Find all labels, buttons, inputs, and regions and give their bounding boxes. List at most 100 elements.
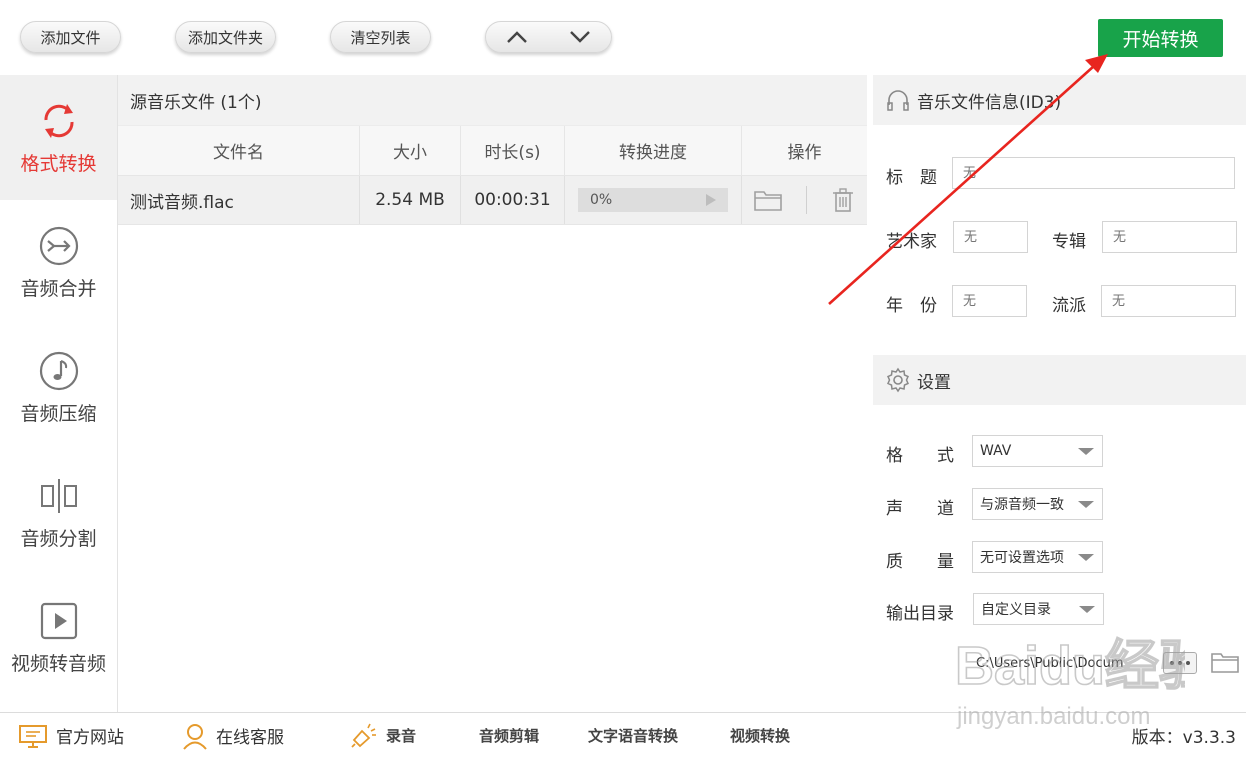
play-icon — [37, 599, 81, 643]
album-input[interactable] — [1102, 221, 1237, 253]
progress-value: 0% — [590, 192, 613, 208]
format-label: 格 式 — [886, 446, 954, 466]
split-icon — [37, 474, 81, 518]
online-support-label: 在线客服 — [216, 728, 284, 748]
open-folder-icon[interactable] — [753, 188, 783, 212]
clear-list-button[interactable]: 清空列表 — [330, 21, 431, 53]
format-select[interactable]: WAV — [972, 435, 1103, 467]
format-value: WAV — [980, 443, 1012, 459]
dropdown-caret-icon — [1078, 448, 1094, 455]
title-input[interactable] — [952, 157, 1235, 189]
file-list-panel: 源音乐文件 (1个) 文件名 大小 时长(s) 转换进度 操作 测试音频.fla… — [118, 75, 867, 712]
headphones-icon — [887, 90, 909, 111]
add-file-label: 添加文件 — [40, 28, 101, 47]
id3-section-title: 音乐文件信息(ID3) — [917, 92, 1062, 113]
genre-input[interactable] — [1101, 285, 1236, 317]
id3-section-header: 音乐文件信息(ID3) — [873, 75, 1246, 125]
sidebar-item-audio-split[interactable]: 音频分割 — [0, 450, 117, 575]
channel-select[interactable]: 与源音频一致 — [972, 488, 1103, 520]
move-buttons — [485, 21, 612, 53]
add-folder-label: 添加文件夹 — [187, 28, 263, 47]
file-duration: 00:00:31 — [461, 176, 565, 224]
sidebar-item-audio-compress[interactable]: 音频压缩 — [0, 325, 117, 450]
tts-label: 文字语音转换 — [588, 727, 679, 745]
bottom-bar: 官方网站 在线客服 录音 音频剪辑 文字语音转换 视频转换 版本：v3.3.3 — [0, 712, 1246, 757]
open-output-folder-icon[interactable] — [1210, 650, 1240, 674]
column-header-actions: 操作 — [787, 143, 822, 163]
sidebar-item-label: 视频转音频 — [10, 653, 106, 675]
version-label: 版本：v3.3.3 — [1131, 728, 1236, 748]
column-header-name: 文件名 — [118, 126, 360, 175]
channel-label: 声 道 — [886, 499, 954, 519]
top-toolbar: 添加文件 添加文件夹 清空列表 开始转换 — [0, 0, 1246, 75]
monitor-icon — [19, 724, 47, 748]
merge-icon — [37, 224, 81, 268]
chevron-down-icon — [569, 31, 590, 43]
table-row[interactable]: 测试音频.flac 2.54 MB 00:00:31 0% — [118, 175, 867, 225]
sidebar: 格式转换 音频合并 音频压缩 音频分割 视频转音频 — [0, 75, 118, 712]
settings-section-title: 设置 — [917, 372, 951, 393]
move-up-button[interactable] — [492, 22, 542, 52]
quality-value: 无可设置选项 — [980, 550, 1064, 566]
output-path: C:\Users\Public\Docum — [976, 655, 1124, 671]
sidebar-item-format-convert[interactable]: 格式转换 — [0, 75, 117, 200]
add-file-button[interactable]: 添加文件 — [20, 21, 121, 53]
add-folder-button[interactable]: 添加文件夹 — [175, 21, 276, 53]
dropdown-caret-icon — [1078, 501, 1094, 508]
chevron-up-icon — [507, 31, 528, 43]
output-dir-label: 输出目录 — [886, 604, 954, 624]
record-link[interactable]: 录音 — [350, 713, 416, 757]
output-dir-value: 自定义目录 — [981, 602, 1051, 618]
video-convert-link[interactable]: 视频转换 — [730, 713, 790, 757]
genre-label: 流派 — [1052, 296, 1086, 316]
sidebar-item-label: 音频分割 — [20, 528, 97, 550]
column-header-size: 大小 — [360, 126, 461, 175]
progress-cell: 0% — [565, 176, 742, 224]
quality-select[interactable]: 无可设置选项 — [972, 541, 1103, 573]
progress-bar: 0% — [578, 188, 728, 212]
title-label: 标 题 — [886, 168, 937, 188]
audio-edit-link[interactable]: 音频剪辑 — [479, 713, 539, 757]
browse-button[interactable] — [1163, 652, 1197, 674]
year-label: 年 份 — [886, 296, 937, 316]
artist-label: 艺术家 — [886, 232, 937, 252]
settings-section-header: 设置 — [873, 355, 1246, 405]
gear-icon — [887, 367, 909, 393]
trash-icon[interactable] — [830, 187, 856, 213]
play-icon — [706, 194, 716, 206]
sidebar-item-label: 格式转换 — [20, 153, 97, 175]
row-actions — [742, 176, 867, 224]
dropdown-caret-icon — [1079, 606, 1095, 613]
year-input[interactable] — [952, 285, 1027, 317]
actions-divider — [805, 186, 807, 214]
column-header-duration: 时长(s) — [461, 126, 565, 175]
sidebar-item-video-to-audio[interactable]: 视频转音频 — [0, 575, 117, 700]
right-panel: 音乐文件信息(ID3) 标 题 艺术家 专辑 年 份 流派 设置 格 式 WAV… — [873, 75, 1246, 712]
start-convert-button[interactable]: 开始转换 — [1098, 19, 1223, 57]
clear-list-label: 清空列表 — [350, 28, 411, 47]
tts-link[interactable]: 文字语音转换 — [588, 713, 678, 757]
megaphone-icon — [351, 723, 376, 748]
music-note-icon — [37, 349, 81, 393]
dropdown-caret-icon — [1078, 554, 1094, 561]
official-website-link[interactable]: 官方网站 — [18, 713, 124, 757]
audio-edit-label: 音频剪辑 — [479, 727, 540, 745]
album-label: 专辑 — [1052, 232, 1086, 252]
move-down-button[interactable] — [555, 22, 605, 52]
official-website-label: 官方网站 — [56, 728, 124, 748]
sidebar-item-label: 音频合并 — [20, 278, 97, 300]
table-header: 文件名 大小 时长(s) 转换进度 操作 — [118, 125, 867, 175]
sidebar-item-label: 音频压缩 — [20, 403, 97, 425]
record-label: 录音 — [386, 727, 417, 745]
support-person-icon — [183, 723, 207, 750]
online-support-link[interactable]: 在线客服 — [182, 713, 284, 757]
output-dir-select[interactable]: 自定义目录 — [973, 593, 1104, 625]
file-name: 测试音频.flac — [118, 176, 360, 224]
column-header-progress: 转换进度 — [565, 126, 742, 175]
video-convert-label: 视频转换 — [730, 727, 791, 745]
sidebar-item-audio-merge[interactable]: 音频合并 — [0, 200, 117, 325]
channel-value: 与源音频一致 — [980, 497, 1064, 513]
artist-input[interactable] — [953, 221, 1028, 253]
file-size: 2.54 MB — [360, 176, 461, 224]
refresh-icon — [37, 99, 81, 143]
